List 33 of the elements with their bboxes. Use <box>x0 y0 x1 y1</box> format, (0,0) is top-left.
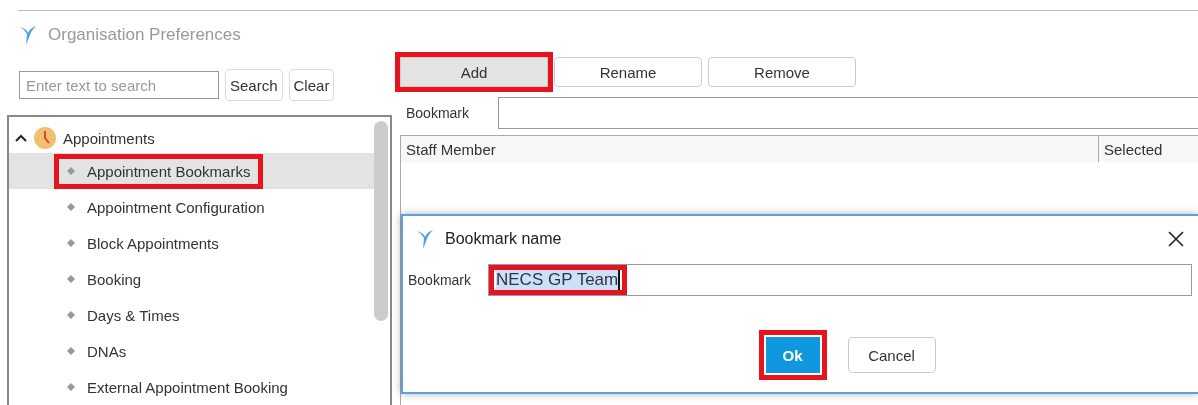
tree-group-label[interactable]: Appointments <box>63 129 155 147</box>
collapse-icon[interactable] <box>15 133 27 143</box>
bullet-icon <box>67 275 75 283</box>
bullet-icon <box>67 347 75 355</box>
tree-item[interactable]: External Appointment Booking <box>9 369 374 405</box>
tree-item[interactable]: Days & Times <box>9 297 374 333</box>
search-bar-button[interactable]: Clear <box>288 69 335 101</box>
toolbar-button[interactable]: Rename <box>554 57 702 87</box>
field-label: Bookmark <box>405 105 471 121</box>
field-label: Bookmark <box>407 272 473 288</box>
bookmark-field[interactable] <box>498 97 1198 129</box>
bullet-icon <box>67 203 75 211</box>
bullet-icon <box>67 239 75 247</box>
toolbar-button[interactable]: Remove <box>708 57 856 87</box>
column-header[interactable]: Selected <box>1099 136 1198 162</box>
dialog-button[interactable]: Cancel <box>847 337 936 373</box>
bookmark-name-field[interactable]: NECS GP Team <box>488 264 1192 296</box>
window-title: Organisation Preferences <box>48 25 241 45</box>
tree-item[interactable]: DNAs <box>9 333 374 369</box>
clock-icon <box>33 126 57 150</box>
close-icon[interactable] <box>1168 231 1184 247</box>
dialog-title: Bookmark name <box>445 230 562 248</box>
tree-item[interactable]: Appointment Bookmarks <box>9 153 374 189</box>
tree-item[interactable]: Booking <box>9 261 374 297</box>
column-header[interactable]: Staff Member <box>401 136 1099 162</box>
search-bar-button[interactable]: Search <box>225 69 283 101</box>
search-field[interactable]: Enter text to search <box>19 71 219 99</box>
tree-item[interactable]: Appointment Configuration <box>9 189 374 225</box>
bullet-icon <box>67 383 75 391</box>
scrollbar[interactable] <box>374 121 388 321</box>
bullet-icon <box>67 311 75 319</box>
tree-item[interactable]: Block Appointments <box>9 225 374 261</box>
bullet-icon <box>67 167 75 175</box>
